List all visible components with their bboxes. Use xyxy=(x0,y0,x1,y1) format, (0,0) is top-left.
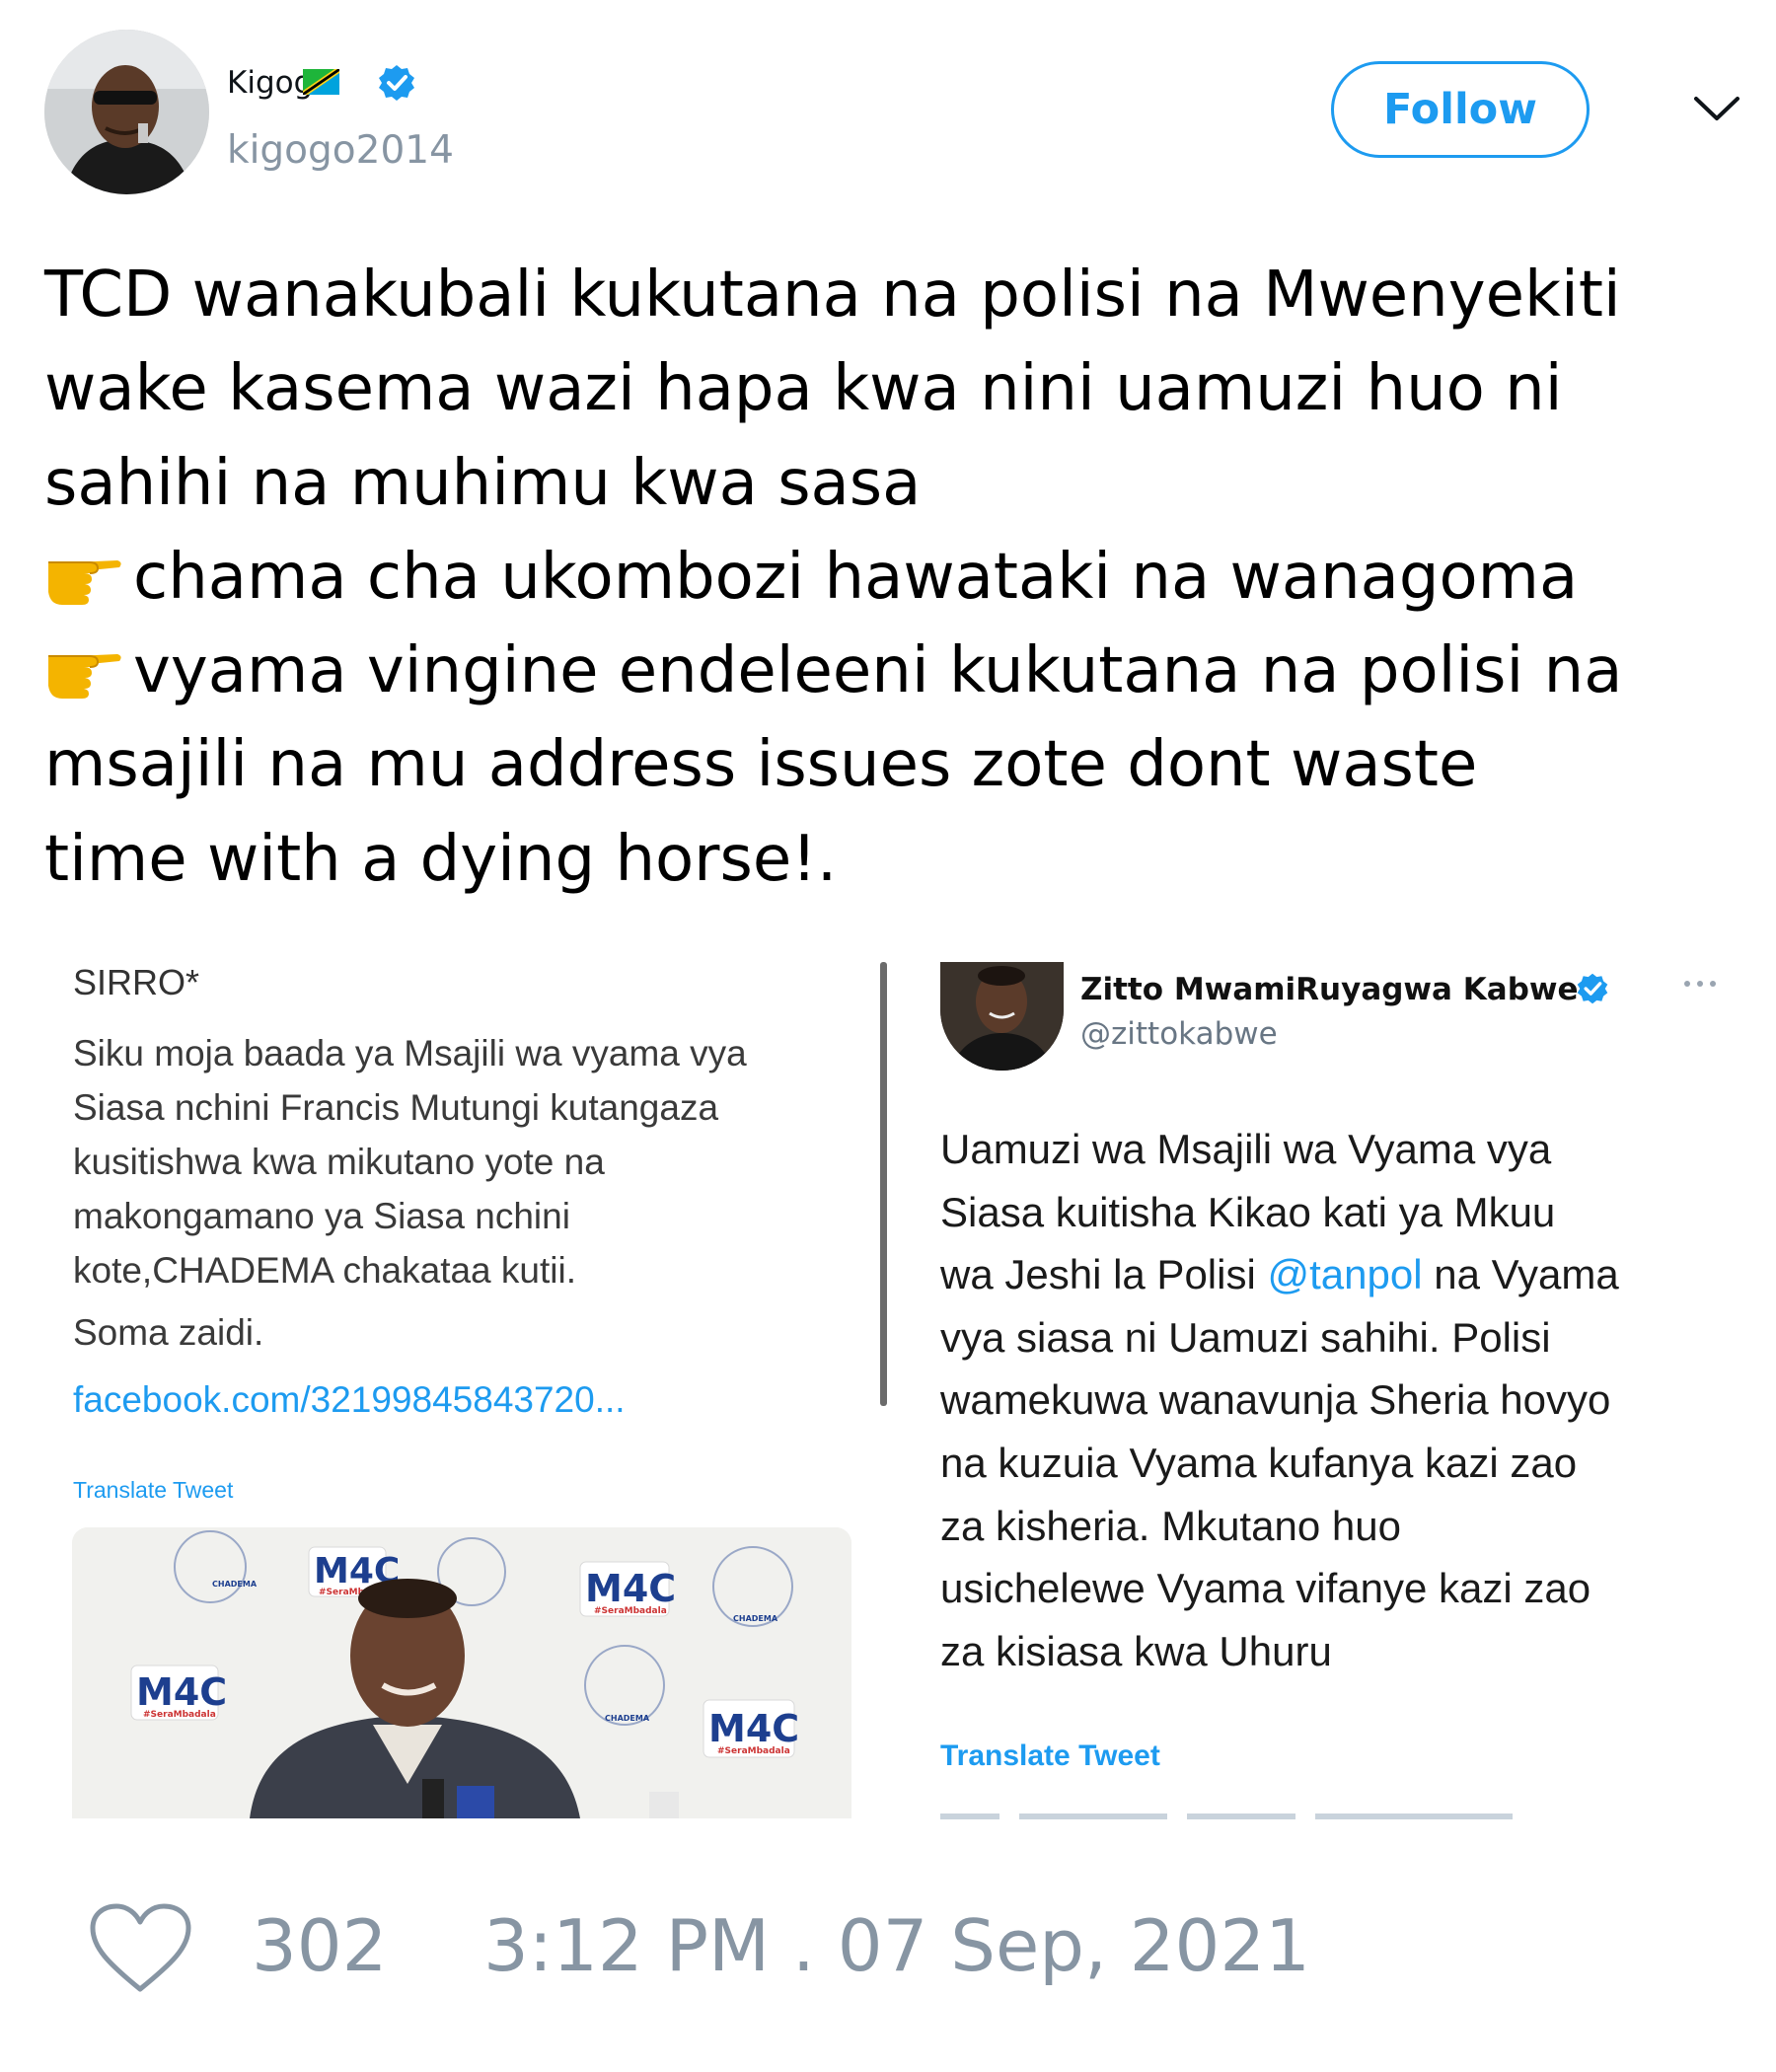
embedded-post-line: makongamano ya Siasa nchini xyxy=(73,1196,570,1236)
chevron-down-icon[interactable] xyxy=(1692,91,1741,126)
embedded-post-line: Siasa nchini Francis Mutungi kutangaza xyxy=(73,1087,719,1128)
quoted-line: wamekuwa wanavunja Sheria hovyo xyxy=(940,1376,1611,1424)
tweet-line: TCD wanakubali kukutana na polisi na Mwe… xyxy=(44,259,1621,332)
author-avatar[interactable] xyxy=(44,30,209,194)
quoted-line: za kisheria. Mkutano huo xyxy=(940,1502,1401,1549)
tweet-line: time with a dying horse!. xyxy=(44,822,838,896)
backdrop-m4c: M4C xyxy=(708,1707,799,1750)
tweet-line: msajili na mu address issues zote dont w… xyxy=(44,728,1478,802)
verified-badge-icon xyxy=(379,65,414,101)
author-handle[interactable]: kigogo2014 xyxy=(227,128,454,173)
translate-tweet-link[interactable]: Translate Tweet xyxy=(73,1477,233,1504)
tweet-line: chama cha ukombozi hawataki na wanagoma xyxy=(44,531,1761,625)
backdrop-m4c: M4C xyxy=(136,1670,227,1714)
backdrop-stamp: CHADEMA xyxy=(212,1580,258,1589)
tweet-line: sahihi na muhimu kwa sasa xyxy=(44,446,922,520)
backdrop-m4c: M4C xyxy=(585,1567,676,1610)
backdrop-stamp: CHADEMA xyxy=(733,1614,778,1623)
embedded-post-link[interactable]: facebook.com/32199845843720... xyxy=(73,1379,626,1421)
press-conference-photo[interactable]: M4C #SeraMbadala M4C #SeraMbadala M4C #S… xyxy=(72,1527,851,1818)
embedded-post-line: kote,CHADEMA chakataa kutii. xyxy=(73,1250,576,1291)
quoted-line: wa Jeshi la Polisi @tanpol na Vyama xyxy=(940,1251,1619,1298)
quoted-author-name[interactable]: Zitto MwamiRuyagwa Kabwe xyxy=(1080,972,1579,1007)
heart-icon[interactable] xyxy=(89,1902,192,1996)
quoted-author-handle[interactable]: @zittokabwe xyxy=(1080,1016,1278,1052)
tweet-line: vyama vingine endeleeni kukutana na poli… xyxy=(44,625,1761,718)
pointing-hand-icon xyxy=(48,654,121,700)
backdrop-stamp: CHADEMA xyxy=(605,1714,650,1723)
quoted-line: Siasa kuitisha Kikao kati ya Mkuu xyxy=(940,1188,1556,1235)
cropped-metadata-line xyxy=(940,1813,1513,1819)
quoted-tweet-body: Uamuzi wa Msajili wa Vyama vya Siasa kui… xyxy=(940,1118,1749,1682)
verified-badge-icon xyxy=(1577,973,1608,1004)
embedded-post-body: Siku moja baada ya Msajili wa vyama vya … xyxy=(73,1026,862,1297)
quoted-line: za kisiasa kwa Uhuru xyxy=(940,1627,1332,1674)
like-count[interactable]: 302 xyxy=(252,1904,387,1987)
backdrop-tag: #SeraMbadala xyxy=(143,1710,216,1720)
embedded-post-line: kusitishwa kwa mikutano yote na xyxy=(73,1142,605,1182)
embedded-post-title: SIRRO* xyxy=(73,962,200,1002)
embedded-post-line: Siku moja baada ya Msajili wa vyama vya xyxy=(73,1033,747,1073)
tweet-line: wake kasema wazi hapa kwa nini uamuzi hu… xyxy=(44,352,1563,426)
quoted-line: usichelewe Vyama vifanye kazi zao xyxy=(940,1565,1591,1612)
embedded-post-more: Soma zaidi. xyxy=(73,1312,264,1353)
backdrop-tag: #SeraMbadala xyxy=(717,1746,790,1756)
tweet-line-text: vyama vingine endeleeni kukutana na poli… xyxy=(133,634,1623,708)
tweet-timestamp[interactable]: 3:12 PM . 07 Sep, 2021 xyxy=(483,1904,1310,1987)
tweet-line-text: chama cha ukombozi hawataki na wanagoma xyxy=(133,540,1579,614)
quoted-line: Uamuzi wa Msajili wa Vyama vya xyxy=(940,1126,1552,1172)
media-divider xyxy=(880,962,887,1406)
backdrop-tag: #SeraMbadala xyxy=(594,1606,667,1616)
follow-button[interactable]: Follow xyxy=(1331,61,1590,158)
quoted-author-avatar[interactable] xyxy=(940,962,1064,1071)
pointing-hand-icon xyxy=(48,559,121,605)
tweet-text: TCD wanakubali kukutana na polisi na Mwe… xyxy=(44,249,1761,907)
translate-tweet-link[interactable]: Translate Tweet xyxy=(940,1739,1160,1773)
mention-link[interactable]: @tanpol xyxy=(1267,1251,1422,1297)
quoted-line: na kuzuia Vyama kufanya kazi zao xyxy=(940,1439,1578,1486)
flag-tanzania-icon xyxy=(303,69,339,95)
more-icon[interactable] xyxy=(1682,977,1718,991)
quoted-line: vya siasa ni Uamuzi sahihi. Polisi xyxy=(940,1313,1551,1361)
